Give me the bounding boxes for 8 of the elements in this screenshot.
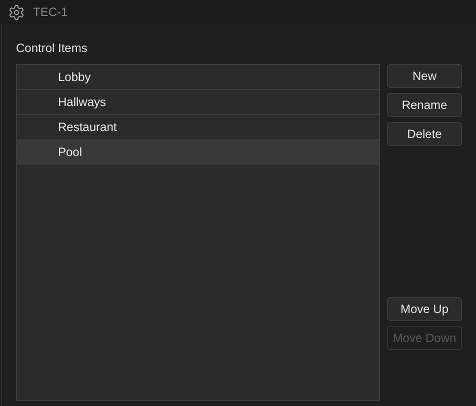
section-label: Control Items: [16, 40, 88, 57]
list-item[interactable]: Pool: [17, 140, 379, 165]
action-button[interactable]: Move Up: [387, 297, 462, 321]
settings-icon: [8, 4, 25, 20]
action-button[interactable]: New: [387, 64, 462, 88]
action-button[interactable]: Delete: [387, 122, 462, 146]
action-button[interactable]: Rename: [387, 93, 462, 117]
window-title: TEC-1: [33, 4, 68, 21]
